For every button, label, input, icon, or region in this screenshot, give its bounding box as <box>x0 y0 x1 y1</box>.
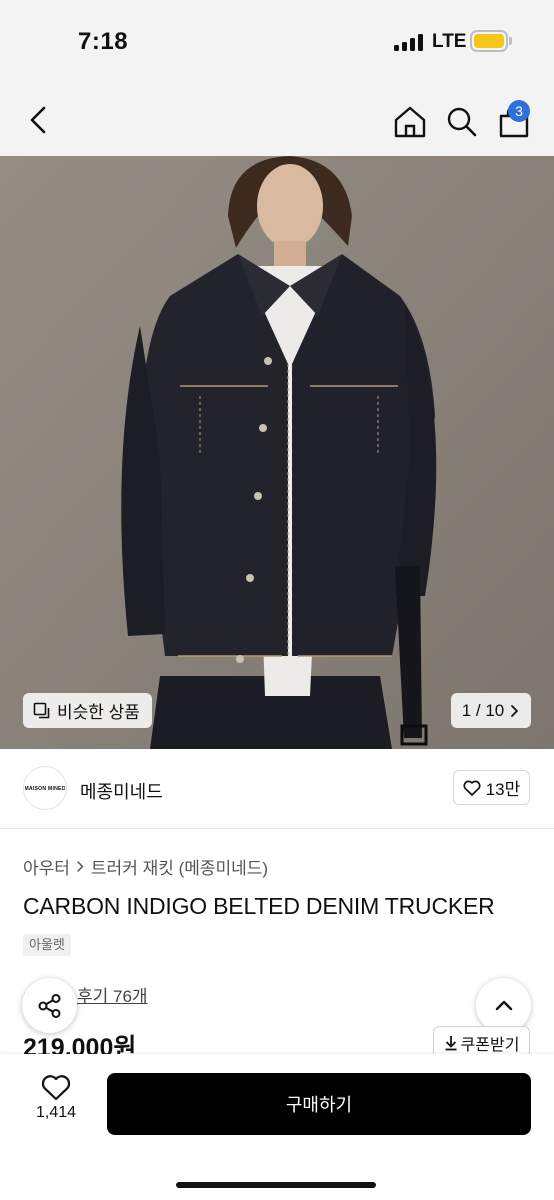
top-nav: 3 <box>0 84 554 156</box>
chevron-right-icon <box>77 861 84 872</box>
brand-logo[interactable]: MAISON MINED <box>23 766 67 810</box>
bottom-action-bar: 1,414 구매하기 <box>0 1054 554 1200</box>
coupon-label: 쿠폰받기 <box>460 1036 520 1054</box>
similar-products-button[interactable]: 비슷한 상품 <box>23 693 152 728</box>
heart-icon <box>41 1075 71 1101</box>
breadcrumb-item-outer[interactable]: 아우터 <box>23 854 70 879</box>
brand-name[interactable]: 메종미네드 <box>80 778 163 804</box>
breadcrumb-item-category[interactable]: 트러커 재킷 (메종미네드) <box>91 854 268 879</box>
product-image-carousel[interactable]: 비슷한 상품 1 / 10 <box>0 156 554 749</box>
search-button[interactable] <box>442 102 482 142</box>
product-title: CARBON INDIGO BELTED DENIM TRUCKER <box>23 893 495 919</box>
review-link[interactable]: 후기 76개 <box>77 982 148 1007</box>
wishlist-count: 1,414 <box>35 1104 77 1121</box>
buy-button[interactable]: 구매하기 <box>107 1073 531 1135</box>
image-pager[interactable]: 1 / 10 <box>451 693 531 728</box>
brand-like-button[interactable]: 13만 <box>453 770 530 805</box>
heart-icon <box>463 780 481 796</box>
outlet-tag: 아울렛 <box>23 934 71 956</box>
signal-icon <box>394 33 424 51</box>
share-button[interactable] <box>22 978 77 1033</box>
chevron-left-icon <box>30 106 46 134</box>
similar-products-label: 비슷한 상품 <box>57 703 140 722</box>
battery-icon <box>470 30 508 52</box>
cart-count-badge: 3 <box>508 100 530 122</box>
svg-text:MAISON MINED: MAISON MINED <box>25 786 65 792</box>
home-indicator <box>176 1182 376 1188</box>
scroll-top-button[interactable] <box>476 978 531 1033</box>
download-icon <box>445 1035 457 1050</box>
network-type: LTE <box>432 31 467 52</box>
brand-row: MAISON MINED 메종미네드 13만 <box>0 749 554 829</box>
home-button[interactable] <box>390 102 430 142</box>
back-button[interactable] <box>22 100 58 140</box>
breadcrumb: 아우터 트러커 재킷 (메종미네드) <box>23 854 268 879</box>
chevron-up-icon <box>495 1000 512 1010</box>
product-photo <box>0 156 554 749</box>
brand-logo-wordmark: MAISON MINED <box>25 786 65 792</box>
status-bar: 7:18 LTE <box>0 0 554 84</box>
home-icon <box>394 106 426 138</box>
share-icon <box>38 993 60 1018</box>
image-pager-label: 1 / 10 <box>461 700 505 720</box>
copy-icon <box>33 702 50 718</box>
status-time: 7:18 <box>78 28 129 55</box>
search-icon <box>447 107 477 137</box>
wishlist-button[interactable]: 1,414 <box>26 1074 86 1134</box>
chevron-right-icon <box>511 704 519 717</box>
brand-like-count: 13만 <box>485 780 521 799</box>
